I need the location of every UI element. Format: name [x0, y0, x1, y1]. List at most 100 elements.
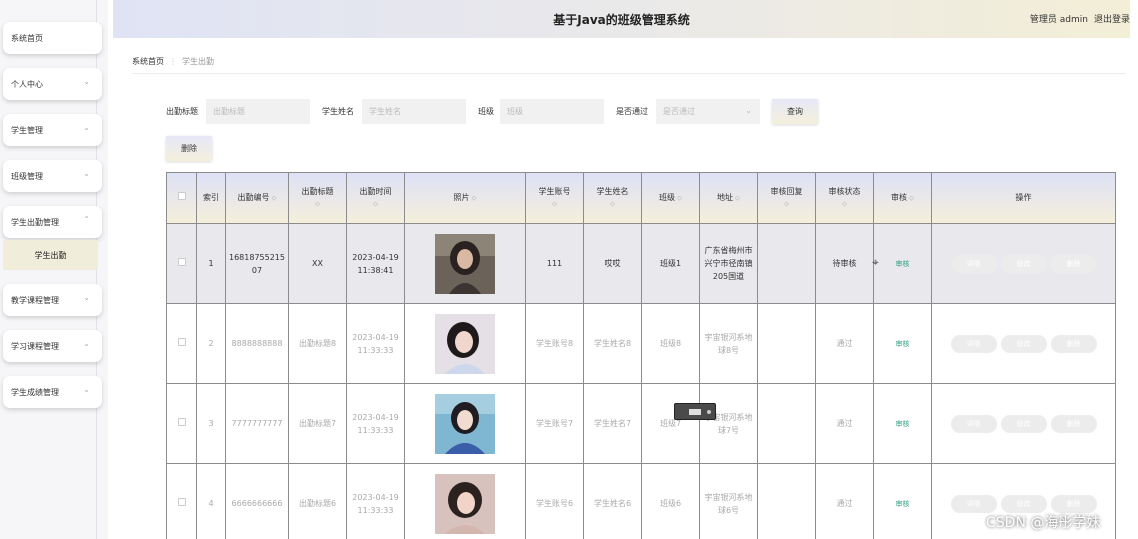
- sidebar-item-label: 系统首页: [11, 33, 43, 43]
- edit-button[interactable]: 修改: [1000, 254, 1047, 273]
- row-checkbox[interactable]: [177, 338, 186, 346]
- floating-widget[interactable]: [674, 403, 716, 420]
- passed-label: 是否通过: [616, 107, 648, 116]
- delete-button[interactable]: 删除: [1050, 254, 1097, 273]
- table-row[interactable]: 3 7777777777 出勤标题7 2023-04-19 11:33:33 学…: [166, 383, 1116, 464]
- detail-button[interactable]: 详情: [950, 254, 997, 273]
- logout-link[interactable]: 退出登录: [1094, 15, 1130, 25]
- attendance-title-label: 出勤标题: [166, 107, 198, 116]
- sort-icon[interactable]: ⬦: [272, 194, 277, 202]
- student-photo[interactable]: [435, 313, 495, 374]
- column-header[interactable]: 审核回复 ⬦: [757, 172, 816, 224]
- delete-button[interactable]: 删除: [1050, 334, 1097, 353]
- audit-link[interactable]: 审核: [896, 340, 910, 348]
- audit-link[interactable]: 审核: [896, 260, 910, 268]
- attendance-title-input[interactable]: 出勤标题: [206, 99, 310, 124]
- sort-icon[interactable]: ⬦: [349, 198, 402, 210]
- sort-icon[interactable]: ⬦: [760, 198, 813, 210]
- sidebar-item-grade-management[interactable]: 学生成绩管理 ⌄: [3, 376, 102, 408]
- sort-icon[interactable]: ⬦: [528, 198, 581, 210]
- row-checkbox[interactable]: [177, 418, 186, 426]
- column-header[interactable]: 地址 ⬦: [699, 172, 758, 224]
- sidebar-item-label: 个人中心: [11, 79, 43, 89]
- detail-button[interactable]: 详情: [950, 494, 997, 513]
- column-label: 出勤标题: [301, 187, 334, 196]
- select-all-checkbox[interactable]: [177, 192, 186, 200]
- sort-icon[interactable]: ⬦: [472, 194, 477, 202]
- query-button[interactable]: 查询: [772, 99, 818, 124]
- row-checkbox[interactable]: [177, 498, 186, 506]
- column-header[interactable]: 班级 ⬦: [641, 172, 700, 224]
- attendance-table: 索引 出勤编号 ⬦ 出勤标题 ⬦ 出勤时间 ⬦ 照片 ⬦ 学生账号 ⬦ 学生姓名 ⬦ 班级 ⬦…: [166, 172, 1116, 539]
- sidebar-item-teaching-course-management[interactable]: 教学课程管理 ⌄: [3, 284, 102, 316]
- sidebar-item-student-management[interactable]: 学生管理 ⌄: [3, 114, 102, 146]
- column-header[interactable]: 出勤时间 ⬦: [346, 172, 405, 224]
- row-checkbox[interactable]: [177, 258, 186, 266]
- column-header[interactable]: 审核状态 ⬦: [815, 172, 874, 224]
- code-cell: 6666666666: [225, 463, 289, 539]
- breadcrumb-home[interactable]: 系统首页: [132, 57, 164, 66]
- delete-button[interactable]: 删除: [1050, 494, 1097, 513]
- status-cell: 待审核: [815, 223, 874, 304]
- sidebar-subitem-attendance[interactable]: 学生出勤: [3, 240, 98, 270]
- sidebar-item-label: 学习课程管理: [11, 341, 59, 351]
- student-photo[interactable]: [435, 233, 495, 294]
- table-row[interactable]: 1 1681875521507 XX 2023-04-19 11:38:41 1…: [166, 223, 1116, 304]
- column-header[interactable]: 出勤编号 ⬦: [225, 172, 289, 224]
- detail-button[interactable]: 详情: [950, 414, 997, 433]
- sidebar-item-label: 教学课程管理: [11, 295, 59, 305]
- chevron-down-icon: ⌄: [83, 293, 90, 302]
- audit-link[interactable]: 审核: [896, 420, 910, 428]
- passed-select[interactable]: 是否通过 ⌄: [656, 99, 760, 124]
- table-row[interactable]: 2 8888888888 出勤标题8 2023-04-19 11:33:33 学…: [166, 303, 1116, 384]
- row-select-cell: [166, 463, 197, 539]
- sidebar-item-class-management[interactable]: 班级管理 ⌄: [3, 160, 102, 192]
- breadcrumb-current: 学生出勤: [182, 57, 214, 66]
- sidebar-item-learning-course-management[interactable]: 学习课程管理 ⌄: [3, 330, 102, 362]
- column-header[interactable]: 学生账号 ⬦: [525, 172, 584, 224]
- student-photo[interactable]: [435, 393, 495, 454]
- chevron-down-icon: ⌄: [83, 123, 90, 132]
- sidebar-item-personal-center[interactable]: 个人中心 ⌄: [3, 68, 102, 100]
- class-input[interactable]: 班级: [500, 99, 604, 124]
- current-user: 管理员 admin: [1029, 15, 1088, 25]
- column-label: 索引: [203, 193, 219, 202]
- sort-icon[interactable]: ⬦: [586, 198, 639, 210]
- column-header[interactable]: 学生姓名 ⬦: [583, 172, 642, 224]
- sort-icon[interactable]: ⬦: [818, 198, 871, 210]
- column-header[interactable]: 审核 ⬦: [873, 172, 932, 224]
- name-cell: 学生姓名8: [583, 303, 642, 384]
- edit-button[interactable]: 修改: [1000, 334, 1047, 353]
- address-cell: 宇宙银河系地球6号: [699, 463, 758, 539]
- sort-icon[interactable]: ⬦: [909, 194, 914, 202]
- chevron-down-icon: ⌄: [83, 77, 90, 86]
- title-cell: 出勤标题8: [288, 303, 347, 384]
- header-user-area: 管理员 admin 退出登录: [1024, 12, 1130, 25]
- student-photo[interactable]: [435, 473, 495, 534]
- edit-button[interactable]: 修改: [1000, 494, 1047, 513]
- sidebar-item-home[interactable]: 系统首页: [3, 22, 102, 54]
- audit-link[interactable]: 审核: [896, 500, 910, 508]
- column-label: 学生账号: [538, 187, 571, 196]
- detail-button[interactable]: 详情: [950, 334, 997, 353]
- edit-button[interactable]: 修改: [1000, 414, 1047, 433]
- column-header[interactable]: 照片 ⬦: [404, 172, 526, 224]
- sort-icon[interactable]: ⬦: [677, 194, 682, 202]
- account-cell: 学生账号7: [525, 383, 584, 464]
- code-cell: 1681875521507: [225, 223, 289, 304]
- mouse-cursor-icon: ⌖: [872, 255, 879, 269]
- breadcrumb: 系统首页 ⋮ 学生出勤: [132, 56, 214, 67]
- column-header[interactable]: 出勤标题 ⬦: [288, 172, 347, 224]
- audit-cell: 审核: [873, 383, 932, 464]
- table-row[interactable]: 4 6666666666 出勤标题6 2023-04-19 11:33:33 学…: [166, 463, 1116, 539]
- table-header-row: 索引 出勤编号 ⬦ 出勤标题 ⬦ 出勤时间 ⬦ 照片 ⬦ 学生账号 ⬦ 学生姓名 ⬦ 班级 ⬦…: [166, 172, 1116, 224]
- delete-button[interactable]: 删除: [1050, 414, 1097, 433]
- sort-icon[interactable]: ⬦: [291, 198, 344, 210]
- sidebar-item-attendance-management[interactable]: 学生出勤管理 ⌃: [3, 206, 102, 238]
- chevron-down-icon: ⌄: [745, 106, 752, 115]
- index-cell: 4: [196, 463, 226, 539]
- sort-icon[interactable]: ⬦: [735, 194, 740, 202]
- batch-delete-button[interactable]: 删除: [166, 136, 212, 161]
- row-select-cell: [166, 223, 197, 304]
- student-name-input[interactable]: 学生姓名: [362, 99, 466, 124]
